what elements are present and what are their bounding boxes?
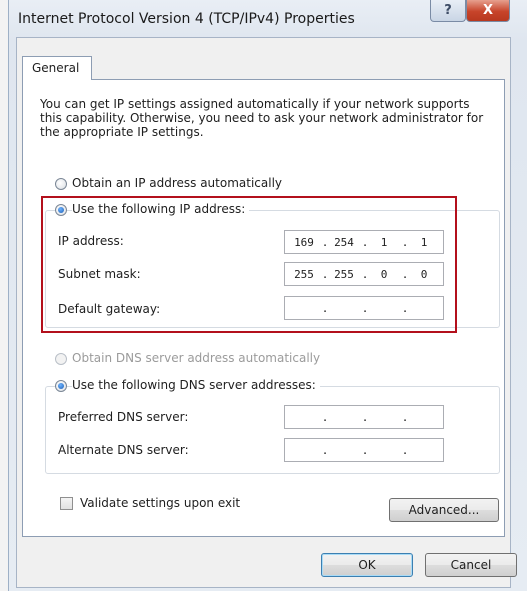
close-button[interactable]: X <box>466 0 510 22</box>
preferred-dns-field[interactable]: . . . <box>284 405 444 429</box>
background-strip <box>0 0 8 591</box>
tab-general[interactable]: General <box>22 56 92 80</box>
ip-auto-label[interactable]: Obtain an IP address automatically <box>72 176 282 190</box>
help-button[interactable]: ? <box>430 0 466 22</box>
advanced-button[interactable]: Advanced... <box>389 498 499 522</box>
ip-auto-radio[interactable] <box>55 178 67 190</box>
preferred-dns-label: Preferred DNS server: <box>58 410 189 424</box>
dns-auto-label[interactable]: Obtain DNS server address automatically <box>72 351 320 365</box>
octet-separator: . <box>321 411 329 424</box>
validate-checkbox[interactable] <box>60 497 73 510</box>
dns-auto-radio[interactable] <box>55 353 67 365</box>
intro-text: You can get IP settings assigned automat… <box>40 97 484 139</box>
octet-separator: . <box>361 444 369 457</box>
octet-separator: . <box>401 444 409 457</box>
alternate-dns-label: Alternate DNS server: <box>58 443 189 457</box>
highlight-box <box>41 196 457 333</box>
help-icon: ? <box>444 3 452 18</box>
dns-manual-label[interactable]: Use the following DNS server addresses: <box>72 378 320 392</box>
validate-label[interactable]: Validate settings upon exit <box>80 496 240 510</box>
cancel-button[interactable]: Cancel <box>425 553 517 577</box>
octet-separator: . <box>321 444 329 457</box>
dns-manual-radio[interactable] <box>55 380 67 392</box>
alternate-dns-field[interactable]: . . . <box>284 438 444 462</box>
octet-separator: . <box>361 411 369 424</box>
ok-button[interactable]: OK <box>321 553 413 577</box>
octet-separator: . <box>401 411 409 424</box>
close-icon: X <box>482 3 494 18</box>
window-title: Internet Protocol Version 4 (TCP/IPv4) P… <box>18 11 355 27</box>
